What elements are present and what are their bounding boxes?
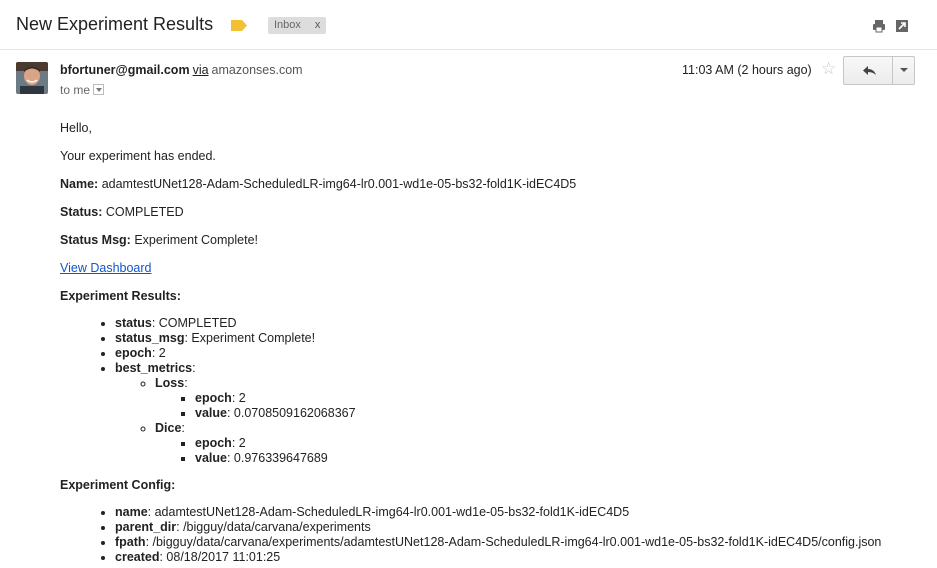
result-key: best_metrics <box>115 361 193 375</box>
config-value: : /bigguy/data/carvana/experiments <box>176 520 371 534</box>
results-list: status: COMPLETED status_msg: Experiment… <box>115 316 930 466</box>
list-item: name: adamtestUNet128-Adam-ScheduledLR-i… <box>115 505 930 520</box>
config-value: : adamtestUNet128-Adam-ScheduledLR-img64… <box>147 505 630 519</box>
metric-value: : <box>181 421 185 435</box>
popout-icon[interactable] <box>895 19 909 33</box>
message-timestamp: 11:03 AM (2 hours ago) <box>682 63 812 77</box>
config-list: name: adamtestUNet128-Adam-ScheduledLR-i… <box>115 505 930 565</box>
metric-key: Loss <box>155 376 185 390</box>
result-value: : <box>192 361 196 375</box>
status-msg-value: Experiment Complete! <box>134 233 258 247</box>
metric-key: Dice <box>155 421 182 435</box>
config-key: name <box>115 505 148 519</box>
print-icon[interactable] <box>872 19 886 33</box>
list-item: best_metrics: Loss: epoch: 2 value: 0.07… <box>115 361 930 466</box>
reply-button[interactable] <box>844 57 893 84</box>
list-item: value: 0.0708509162068367 <box>195 406 930 421</box>
metric-value: : 0.976339647689 <box>226 451 328 465</box>
metric-key: value <box>195 451 227 465</box>
inbox-label-text: Inbox <box>274 19 301 31</box>
list-item: parent_dir: /bigguy/data/carvana/experim… <box>115 520 930 535</box>
list-item: status: COMPLETED <box>115 316 930 331</box>
recipient-text: to me <box>60 83 91 97</box>
star-icon[interactable]: ☆ <box>821 60 836 77</box>
intro-text: Your experiment has ended. <box>60 149 216 163</box>
view-dashboard-link[interactable]: View Dashboard <box>60 261 152 275</box>
reply-button-group <box>843 56 915 85</box>
reply-icon <box>863 66 876 75</box>
config-key: fpath <box>115 535 146 549</box>
email-header-bar: New Experiment Results Inbox x <box>0 0 937 50</box>
config-value: : /bigguy/data/carvana/experiments/adamt… <box>145 535 882 549</box>
list-item: created: 08/18/2017 11:01:25 <box>115 550 930 565</box>
list-item: epoch: 2 <box>195 391 930 406</box>
label-tag-icon[interactable] <box>231 20 247 31</box>
sender-email[interactable]: bfortuner@gmail.com <box>60 63 190 77</box>
loss-list: epoch: 2 value: 0.0708509162068367 <box>195 391 930 421</box>
metric-key: epoch <box>195 391 232 405</box>
status-value: COMPLETED <box>105 205 184 219</box>
status-msg-line: Status Msg: Experiment Complete! <box>60 233 930 248</box>
more-options-button[interactable] <box>893 57 914 84</box>
via-domain: amazonses.com <box>211 63 303 77</box>
result-key: epoch <box>115 346 152 360</box>
sender-avatar[interactable] <box>16 62 48 94</box>
config-value: : 08/18/2017 11:01:25 <box>159 550 281 564</box>
metric-value: : 2 <box>231 436 246 450</box>
metric-value: : 0.0708509162068367 <box>226 406 356 420</box>
result-value: : Experiment Complete! <box>184 331 316 345</box>
results-heading-text: Experiment Results: <box>60 289 181 303</box>
list-item: Dice: epoch: 2 value: 0.976339647689 <box>155 421 930 466</box>
dice-list: epoch: 2 value: 0.976339647689 <box>195 436 930 466</box>
greeting: Hello, <box>60 121 92 135</box>
metric-key: epoch <box>195 436 232 450</box>
result-value: : COMPLETED <box>151 316 237 330</box>
result-key: status_msg <box>115 331 185 345</box>
config-heading: Experiment Config: <box>60 478 930 493</box>
list-item: epoch: 2 <box>195 436 930 451</box>
metric-value: : <box>184 376 188 390</box>
list-item: value: 0.976339647689 <box>195 451 930 466</box>
list-item: Loss: epoch: 2 value: 0.0708509162068367 <box>155 376 930 421</box>
email-subject: New Experiment Results <box>16 14 214 34</box>
list-item: epoch: 2 <box>115 346 930 361</box>
config-heading-text: Experiment Config: <box>60 478 176 492</box>
config-key: parent_dir <box>115 520 177 534</box>
dashboard-link-line: View Dashboard <box>60 261 930 276</box>
recipient-details-toggle[interactable] <box>93 84 105 95</box>
config-key: created <box>115 550 160 564</box>
name-label: Name: <box>60 177 99 191</box>
inbox-label-chip[interactable]: Inbox x <box>268 17 327 34</box>
message-body: Hello, Your experiment has ended. Name: … <box>60 121 930 565</box>
remove-label-button[interactable]: x <box>315 19 321 31</box>
list-item: status_msg: Experiment Complete! <box>115 331 930 346</box>
name-line: Name: adamtestUNet128-Adam-ScheduledLR-i… <box>60 177 930 192</box>
via-link[interactable]: via <box>193 63 209 77</box>
status-label: Status: <box>60 205 103 219</box>
result-key: status <box>115 316 152 330</box>
status-msg-label: Status Msg: <box>60 233 131 247</box>
result-value: : 2 <box>151 346 166 360</box>
metric-key: value <box>195 406 227 420</box>
best-metrics-list: Loss: epoch: 2 value: 0.0708509162068367… <box>155 376 930 466</box>
name-value: adamtestUNet128-Adam-ScheduledLR-img64-l… <box>101 177 577 191</box>
sender-line: bfortuner@gmail.com via amazonses.com <box>60 63 303 77</box>
list-item: fpath: /bigguy/data/carvana/experiments/… <box>115 535 930 550</box>
recipient-line: to me <box>60 83 105 97</box>
status-line: Status: COMPLETED <box>60 205 930 220</box>
results-heading: Experiment Results: <box>60 289 930 304</box>
metric-value: : 2 <box>231 391 246 405</box>
